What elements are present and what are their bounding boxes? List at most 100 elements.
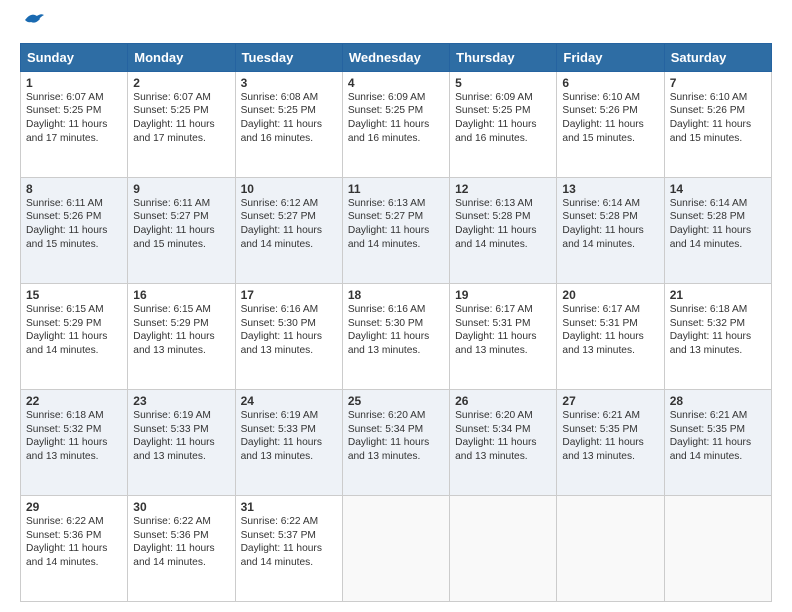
calendar-day-cell: 13Sunrise: 6:14 AMSunset: 5:28 PMDayligh…: [557, 177, 664, 283]
day-number: 3: [241, 76, 337, 90]
day-info: Sunrise: 6:10 AMSunset: 5:26 PMDaylight:…: [670, 91, 766, 146]
day-number: 14: [670, 182, 766, 196]
day-info: Sunrise: 6:13 AMSunset: 5:28 PMDaylight:…: [455, 197, 551, 252]
calendar-day-cell: 26Sunrise: 6:20 AMSunset: 5:34 PMDayligh…: [450, 389, 557, 495]
day-number: 21: [670, 288, 766, 302]
day-number: 31: [241, 500, 337, 514]
calendar-day-cell: 14Sunrise: 6:14 AMSunset: 5:28 PMDayligh…: [664, 177, 771, 283]
day-info: Sunrise: 6:22 AMSunset: 5:36 PMDaylight:…: [26, 515, 122, 570]
day-info: Sunrise: 6:17 AMSunset: 5:31 PMDaylight:…: [455, 303, 551, 358]
calendar-day-cell: 31Sunrise: 6:22 AMSunset: 5:37 PMDayligh…: [235, 495, 342, 601]
day-number: 6: [562, 76, 658, 90]
logo: [20, 16, 45, 33]
calendar-day-cell: 11Sunrise: 6:13 AMSunset: 5:27 PMDayligh…: [342, 177, 449, 283]
calendar-day-cell: 9Sunrise: 6:11 AMSunset: 5:27 PMDaylight…: [128, 177, 235, 283]
day-info: Sunrise: 6:18 AMSunset: 5:32 PMDaylight:…: [26, 409, 122, 464]
day-number: 10: [241, 182, 337, 196]
day-number: 24: [241, 394, 337, 408]
calendar-day-cell: 29Sunrise: 6:22 AMSunset: 5:36 PMDayligh…: [21, 495, 128, 601]
day-number: 2: [133, 76, 229, 90]
calendar-week-row: 22Sunrise: 6:18 AMSunset: 5:32 PMDayligh…: [21, 389, 772, 495]
calendar-day-cell: 23Sunrise: 6:19 AMSunset: 5:33 PMDayligh…: [128, 389, 235, 495]
calendar-day-cell: 15Sunrise: 6:15 AMSunset: 5:29 PMDayligh…: [21, 283, 128, 389]
day-info: Sunrise: 6:09 AMSunset: 5:25 PMDaylight:…: [455, 91, 551, 146]
day-number: 17: [241, 288, 337, 302]
day-info: Sunrise: 6:18 AMSunset: 5:32 PMDaylight:…: [670, 303, 766, 358]
day-info: Sunrise: 6:22 AMSunset: 5:37 PMDaylight:…: [241, 515, 337, 570]
calendar-header-row: SundayMondayTuesdayWednesdayThursdayFrid…: [21, 43, 772, 71]
day-number: 12: [455, 182, 551, 196]
calendar-day-cell: 19Sunrise: 6:17 AMSunset: 5:31 PMDayligh…: [450, 283, 557, 389]
title-area: [45, 16, 772, 18]
day-number: 26: [455, 394, 551, 408]
day-info: Sunrise: 6:19 AMSunset: 5:33 PMDaylight:…: [133, 409, 229, 464]
calendar-day-cell: 3Sunrise: 6:08 AMSunset: 5:25 PMDaylight…: [235, 71, 342, 177]
calendar-weekday-monday: Monday: [128, 43, 235, 71]
day-info: Sunrise: 6:21 AMSunset: 5:35 PMDaylight:…: [562, 409, 658, 464]
calendar-weekday-saturday: Saturday: [664, 43, 771, 71]
day-info: Sunrise: 6:14 AMSunset: 5:28 PMDaylight:…: [562, 197, 658, 252]
day-info: Sunrise: 6:20 AMSunset: 5:34 PMDaylight:…: [455, 409, 551, 464]
calendar-day-cell: 5Sunrise: 6:09 AMSunset: 5:25 PMDaylight…: [450, 71, 557, 177]
day-number: 9: [133, 182, 229, 196]
calendar-day-cell: 24Sunrise: 6:19 AMSunset: 5:33 PMDayligh…: [235, 389, 342, 495]
day-number: 7: [670, 76, 766, 90]
day-number: 27: [562, 394, 658, 408]
calendar-day-cell: 18Sunrise: 6:16 AMSunset: 5:30 PMDayligh…: [342, 283, 449, 389]
calendar-week-row: 1Sunrise: 6:07 AMSunset: 5:25 PMDaylight…: [21, 71, 772, 177]
calendar-day-cell: 8Sunrise: 6:11 AMSunset: 5:26 PMDaylight…: [21, 177, 128, 283]
calendar-day-cell: 28Sunrise: 6:21 AMSunset: 5:35 PMDayligh…: [664, 389, 771, 495]
calendar-day-cell: 16Sunrise: 6:15 AMSunset: 5:29 PMDayligh…: [128, 283, 235, 389]
day-number: 15: [26, 288, 122, 302]
bird-icon: [23, 10, 45, 33]
day-number: 8: [26, 182, 122, 196]
calendar-empty-cell: [342, 495, 449, 601]
day-number: 30: [133, 500, 229, 514]
calendar-day-cell: 22Sunrise: 6:18 AMSunset: 5:32 PMDayligh…: [21, 389, 128, 495]
calendar-day-cell: 6Sunrise: 6:10 AMSunset: 5:26 PMDaylight…: [557, 71, 664, 177]
calendar-day-cell: 2Sunrise: 6:07 AMSunset: 5:25 PMDaylight…: [128, 71, 235, 177]
calendar-day-cell: 1Sunrise: 6:07 AMSunset: 5:25 PMDaylight…: [21, 71, 128, 177]
calendar-day-cell: 10Sunrise: 6:12 AMSunset: 5:27 PMDayligh…: [235, 177, 342, 283]
day-info: Sunrise: 6:16 AMSunset: 5:30 PMDaylight:…: [241, 303, 337, 358]
calendar-empty-cell: [450, 495, 557, 601]
day-info: Sunrise: 6:07 AMSunset: 5:25 PMDaylight:…: [26, 91, 122, 146]
calendar-weekday-thursday: Thursday: [450, 43, 557, 71]
page: SundayMondayTuesdayWednesdayThursdayFrid…: [0, 0, 792, 612]
calendar-week-row: 29Sunrise: 6:22 AMSunset: 5:36 PMDayligh…: [21, 495, 772, 601]
calendar-table: SundayMondayTuesdayWednesdayThursdayFrid…: [20, 43, 772, 602]
calendar-day-cell: 20Sunrise: 6:17 AMSunset: 5:31 PMDayligh…: [557, 283, 664, 389]
day-number: 20: [562, 288, 658, 302]
day-info: Sunrise: 6:21 AMSunset: 5:35 PMDaylight:…: [670, 409, 766, 464]
day-number: 29: [26, 500, 122, 514]
calendar-weekday-sunday: Sunday: [21, 43, 128, 71]
day-number: 28: [670, 394, 766, 408]
calendar-day-cell: 21Sunrise: 6:18 AMSunset: 5:32 PMDayligh…: [664, 283, 771, 389]
calendar-week-row: 15Sunrise: 6:15 AMSunset: 5:29 PMDayligh…: [21, 283, 772, 389]
day-number: 11: [348, 182, 444, 196]
day-info: Sunrise: 6:11 AMSunset: 5:26 PMDaylight:…: [26, 197, 122, 252]
calendar-day-cell: 17Sunrise: 6:16 AMSunset: 5:30 PMDayligh…: [235, 283, 342, 389]
day-info: Sunrise: 6:11 AMSunset: 5:27 PMDaylight:…: [133, 197, 229, 252]
header: [20, 16, 772, 33]
calendar-day-cell: 30Sunrise: 6:22 AMSunset: 5:36 PMDayligh…: [128, 495, 235, 601]
day-info: Sunrise: 6:20 AMSunset: 5:34 PMDaylight:…: [348, 409, 444, 464]
day-info: Sunrise: 6:15 AMSunset: 5:29 PMDaylight:…: [133, 303, 229, 358]
calendar-day-cell: 12Sunrise: 6:13 AMSunset: 5:28 PMDayligh…: [450, 177, 557, 283]
day-info: Sunrise: 6:08 AMSunset: 5:25 PMDaylight:…: [241, 91, 337, 146]
day-info: Sunrise: 6:15 AMSunset: 5:29 PMDaylight:…: [26, 303, 122, 358]
day-info: Sunrise: 6:12 AMSunset: 5:27 PMDaylight:…: [241, 197, 337, 252]
day-info: Sunrise: 6:14 AMSunset: 5:28 PMDaylight:…: [670, 197, 766, 252]
calendar-empty-cell: [664, 495, 771, 601]
day-info: Sunrise: 6:22 AMSunset: 5:36 PMDaylight:…: [133, 515, 229, 570]
day-info: Sunrise: 6:17 AMSunset: 5:31 PMDaylight:…: [562, 303, 658, 358]
day-number: 13: [562, 182, 658, 196]
day-number: 25: [348, 394, 444, 408]
calendar-day-cell: 7Sunrise: 6:10 AMSunset: 5:26 PMDaylight…: [664, 71, 771, 177]
calendar-weekday-friday: Friday: [557, 43, 664, 71]
day-info: Sunrise: 6:19 AMSunset: 5:33 PMDaylight:…: [241, 409, 337, 464]
day-number: 5: [455, 76, 551, 90]
calendar-day-cell: 27Sunrise: 6:21 AMSunset: 5:35 PMDayligh…: [557, 389, 664, 495]
day-number: 1: [26, 76, 122, 90]
calendar-weekday-tuesday: Tuesday: [235, 43, 342, 71]
